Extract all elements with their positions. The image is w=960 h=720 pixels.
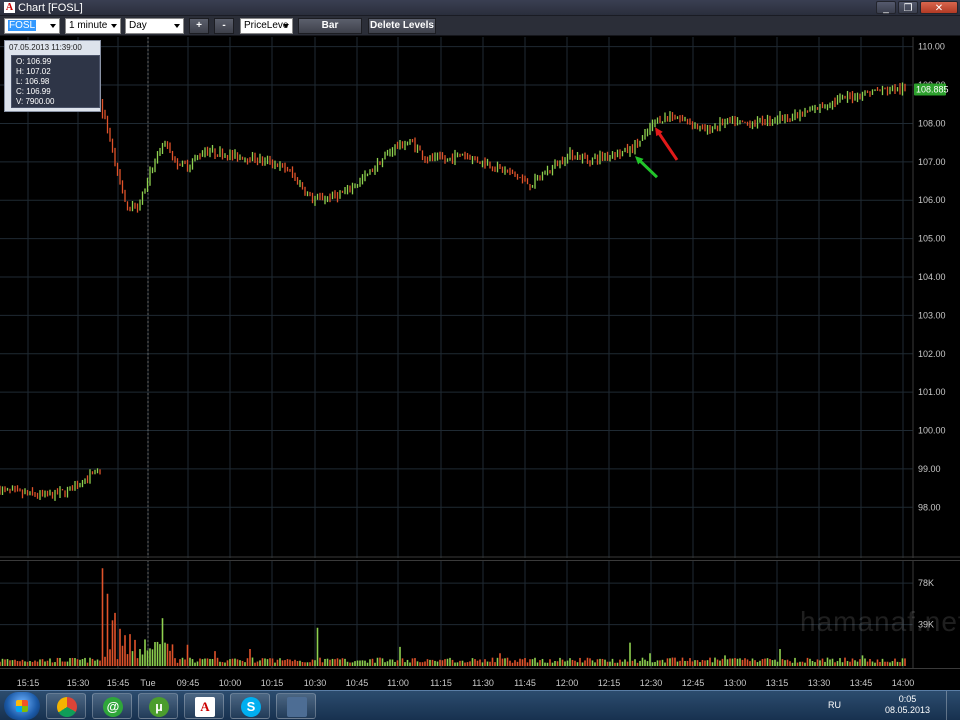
chrome-icon [57,697,77,717]
maximize-button[interactable]: ❐ [898,1,918,14]
time-axis-label: 15:15 [17,678,40,688]
close-button[interactable]: ✕ [920,1,958,14]
app-logo-icon: A [4,2,15,13]
price-axis-label: 104.00 [918,272,946,282]
time-axis-label: 10:15 [261,678,284,688]
time-axis-label: 09:45 [177,678,200,688]
tooltip-volume: V: 7900.00 [16,97,55,106]
volume-axis-label: 78K [918,578,934,588]
title-bar: A Chart [FOSL] _ ❐ ✕ [0,0,960,16]
chart-window: A Chart [FOSL] _ ❐ ✕ FOSL 1 minute Day +… [0,0,960,720]
time-axis-label: 11:00 [387,678,409,688]
price-axis-label: 103.00 [918,310,946,320]
price-axis-label: 105.00 [918,234,946,244]
tool-value: PriceLeve [244,20,289,31]
system-tray: RU 0:05 08.05.2013 [800,691,960,720]
time-axis-label: 11:15 [430,678,452,688]
arrow-shaft [655,129,679,161]
time-axis-label: 10:45 [346,678,369,688]
time-axis-label: 12:30 [640,678,663,688]
current-price-label: 108.885 [916,84,949,94]
window-title: Chart [FOSL] [18,2,83,14]
tooltip-high: H: 107.02 [16,67,51,76]
time-axis-label: 10:00 [219,678,242,688]
tooltip-close: C: 106.99 [16,87,51,96]
clock[interactable]: 0:05 08.05.2013 [885,694,930,716]
at-icon: @ [103,697,123,717]
time-axis-label: 12:45 [682,678,705,688]
time-axis-label: 13:45 [850,678,873,688]
time-axis-label: 13:15 [766,678,789,688]
zoom-in-button[interactable]: + [189,18,209,34]
window-icon [287,697,307,717]
price-axis-label: 98.00 [918,502,941,512]
time-axis-label: Tue [140,678,155,688]
price-axis-label: 100.00 [918,426,946,436]
time-axis-label: 11:30 [472,678,494,688]
price-axis-label: 99.00 [918,464,941,474]
time-axis-label: 12:00 [556,678,579,688]
price-chart[interactable]: 110.00109.00108.00107.00106.00105.00104.… [0,37,960,558]
symbol-value: FOSL [8,20,37,31]
time-axis-label: 11:45 [514,678,536,688]
time-axis-label: 13:00 [724,678,747,688]
a-icon: A [195,697,215,717]
time-axis-label: 12:15 [598,678,621,688]
time-axis-label: 15:30 [67,678,90,688]
ohlc-tooltip: 07.05.2013 11:39:00 O: 106.99 H: 107.02 … [4,40,101,112]
time-axis-label: 13:30 [808,678,831,688]
watermark: hamanaf.net [800,606,960,637]
price-axis-label: 108.00 [918,118,946,128]
symbol-select[interactable]: FOSL [4,18,60,34]
time-axis-label: 14:00 [892,678,915,688]
chevron-down-icon [50,24,56,28]
taskbar-trading-app[interactable]: A [184,693,224,719]
chart-type-button[interactable]: Bar [298,18,362,34]
price-axis-label: 102.00 [918,349,946,359]
taskbar: @ µ A S RU 0:05 08.05.2013 [0,690,960,720]
price-axis-label: 110.00 [918,42,945,52]
tooltip-datetime: 07.05.2013 11:39:00 [9,43,82,52]
chevron-down-icon [283,24,289,28]
taskbar-chrome[interactable] [46,693,86,719]
chevron-down-icon [174,24,180,28]
tool-select[interactable]: PriceLeve [240,18,293,34]
clock-time: 0:05 [898,694,917,704]
skype-icon: S [241,697,261,717]
windows-logo-icon [16,700,28,712]
time-axis-label: 15:45 [107,678,130,688]
tooltip-low: L: 106.98 [16,77,50,86]
time-axis-label: 10:30 [304,678,327,688]
chevron-down-icon [111,24,117,28]
interval-value: 1 minute [69,20,108,31]
price-axis-label: 106.00 [918,195,946,205]
price-axis-label: 101.00 [918,387,946,397]
period-value: Day [129,20,147,31]
show-desktop-button[interactable] [946,691,960,720]
taskbar-skype[interactable]: S [230,693,270,719]
minimize-button[interactable]: _ [876,1,896,14]
utorrent-icon: µ [149,697,169,717]
interval-select[interactable]: 1 minute [65,18,121,34]
taskbar-window[interactable] [276,693,316,719]
zoom-out-button[interactable]: - [214,18,234,34]
taskbar-mail[interactable]: @ [92,693,132,719]
toolbar: FOSL 1 minute Day + - PriceLeve Bar Dele… [0,16,960,36]
time-axis: 15:15 15:30 15:45 Tue 09:45 10:00 10:15 10:30 10… [0,668,960,688]
delete-levels-button[interactable]: Delete Levels [368,18,436,34]
period-select[interactable]: Day [125,18,184,34]
clock-date: 08.05.2013 [884,705,930,715]
tooltip-open: O: 106.99 [16,57,52,66]
start-button[interactable] [4,692,40,720]
price-axis-label: 107.00 [918,157,946,167]
taskbar-utorrent[interactable]: µ [138,693,178,719]
language-indicator[interactable]: RU [828,700,841,710]
